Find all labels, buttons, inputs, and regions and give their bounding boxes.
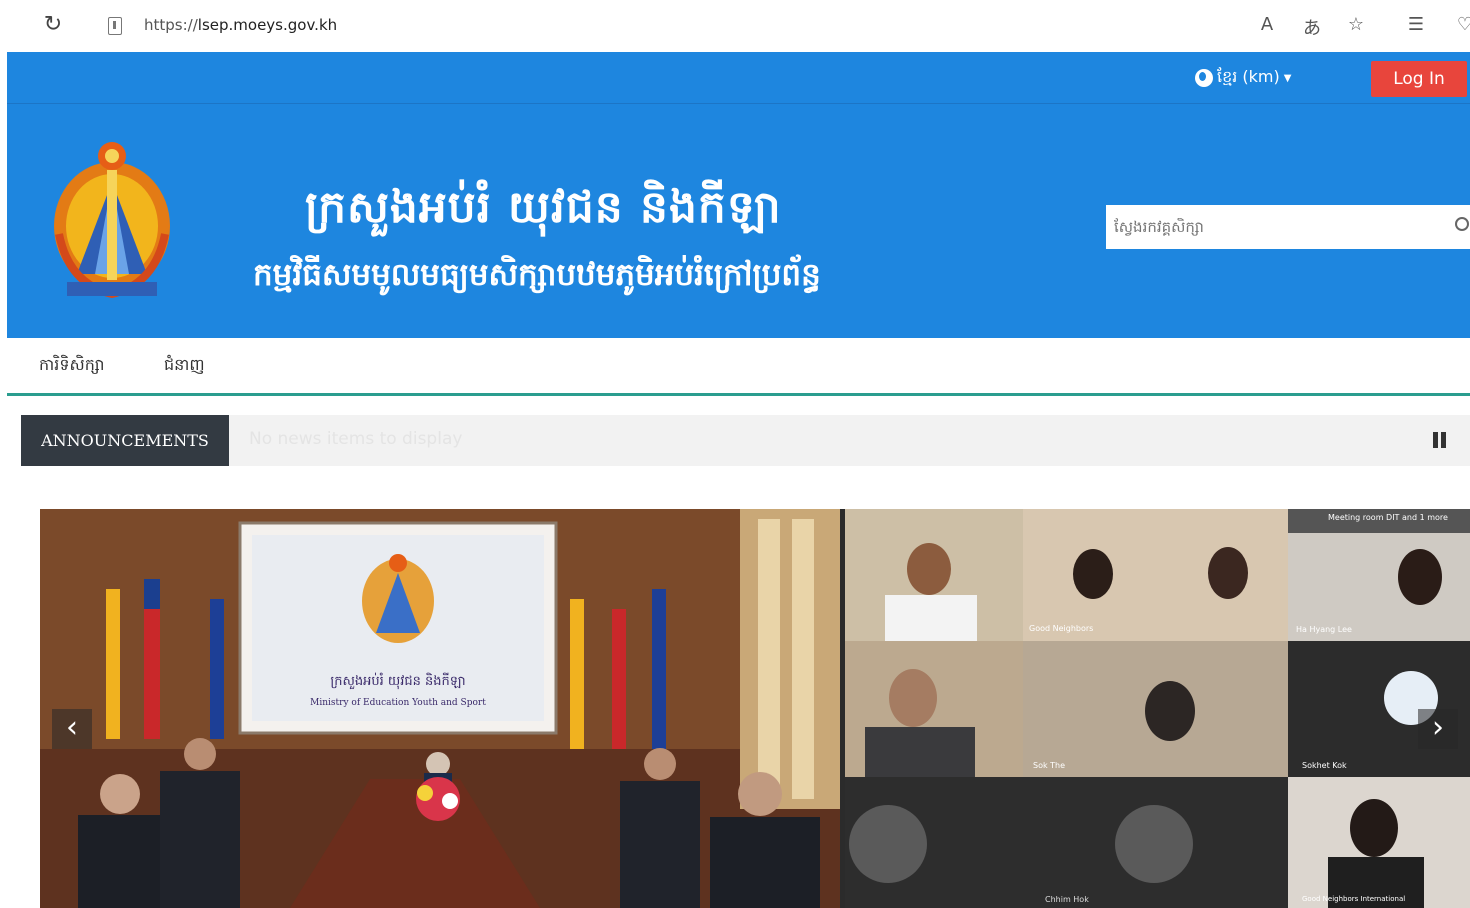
globe-icon: [1195, 69, 1213, 87]
participant-tile: Meeting room DIT and 1 more Ha Hyang Lee: [1288, 509, 1470, 641]
caret-down-icon: ▼: [1283, 72, 1292, 84]
image-carousel: ក្រសួងអប់រំ យុវជន និងកីឡា Ministry of Ed…: [40, 509, 1470, 908]
announcement-label: ANNOUNCEMENTS: [21, 415, 229, 466]
translate-icon[interactable]: あ: [1299, 14, 1325, 40]
participant-tile: Good Neighbors International: [1288, 777, 1470, 908]
browser-toolbar: ↻ https://lsep.moeys.gov.kh A あ ☆ ☰ ♡: [0, 0, 1470, 52]
participant-tile: Sok The: [1023, 641, 1288, 777]
site-subtitle: កម្មវិធីសមមូលមធ្យមសិក្សាបឋមភូមិអប់រំក្រៅ…: [253, 257, 821, 293]
favorites-icon[interactable]: ☰: [1403, 14, 1429, 35]
participant-name: Chhim Hok: [1045, 895, 1089, 904]
participant-name: Good Neighbors International: [1302, 895, 1406, 903]
announcement-message: No news items to display: [249, 429, 463, 449]
main-navigation: ការិទិសិក្សា ជំនាញ: [7, 338, 1470, 396]
participant-name: Sokhet Kok: [1302, 761, 1347, 770]
address-bar[interactable]: https://lsep.moeys.gov.kh: [144, 16, 337, 34]
header-banner: ក្រសួងអប់រំ យុវជន និងកីឡា កម្មវិធីសមមូលម…: [7, 104, 1470, 338]
url-scheme: https://: [144, 16, 198, 34]
announcement-ticker: ANNOUNCEMENTS No news items to display: [21, 415, 1470, 466]
meeting-room-photo: ក្រសួងអប់រំ យុវជន និងកីឡា Ministry of Ed…: [40, 509, 840, 908]
meeting-label: Meeting room DIT and 1 more: [1328, 513, 1448, 522]
collections-icon[interactable]: ♡: [1452, 14, 1470, 35]
page-info-icon[interactable]: [108, 17, 122, 35]
participant-tile: [845, 641, 1023, 777]
ministry-logo[interactable]: [49, 134, 175, 304]
participant-tile: Good Neighbors: [1023, 509, 1288, 641]
screen-subtitle: Ministry of Education Youth and Sport: [310, 698, 486, 708]
nav-item-course-catalog[interactable]: ការិទិសិក្សា: [39, 354, 104, 378]
participant-name: Sok The: [1033, 761, 1066, 770]
course-search-input[interactable]: [1106, 205, 1470, 249]
participant-tile: Chhim Hok: [845, 777, 1288, 908]
reload-icon[interactable]: ↻: [40, 12, 66, 38]
participant-name: Good Neighbors: [1029, 624, 1094, 633]
video-call-photo: Good Neighbors Meeting room DIT and 1 mo…: [845, 509, 1470, 908]
read-aloud-icon[interactable]: A: [1254, 14, 1280, 35]
url-host: lsep.moeys.gov.kh: [197, 16, 338, 34]
carousel-prev-button[interactable]: ‹: [52, 709, 92, 749]
login-button[interactable]: Log In: [1371, 61, 1467, 97]
site-title: ក្រសួងអប់រំ យុវជន និងកីឡា: [305, 182, 782, 233]
favorite-add-icon[interactable]: ☆: [1343, 14, 1369, 35]
participant-name: Ha Hyang Lee: [1296, 625, 1352, 634]
carousel-next-button[interactable]: ›: [1418, 709, 1458, 749]
nav-item-skills[interactable]: ជំនាញ: [164, 354, 205, 378]
pause-icon[interactable]: [1433, 432, 1447, 448]
search-icon[interactable]: [1455, 217, 1469, 231]
meeting-room-illustration: ក្រសួងអប់រំ យុវជន និងកីឡា Ministry of Ed…: [40, 509, 840, 908]
language-selector[interactable]: ខ្មែរ (km) ▼: [1195, 66, 1291, 90]
language-label: ខ្មែរ (km): [1217, 67, 1280, 86]
participant-tile: [845, 509, 1023, 641]
top-bar: ខ្មែរ (km) ▼ Log In: [7, 52, 1470, 104]
screen-title: ក្រសួងអប់រំ យុវជន និងកីឡា: [330, 672, 465, 690]
